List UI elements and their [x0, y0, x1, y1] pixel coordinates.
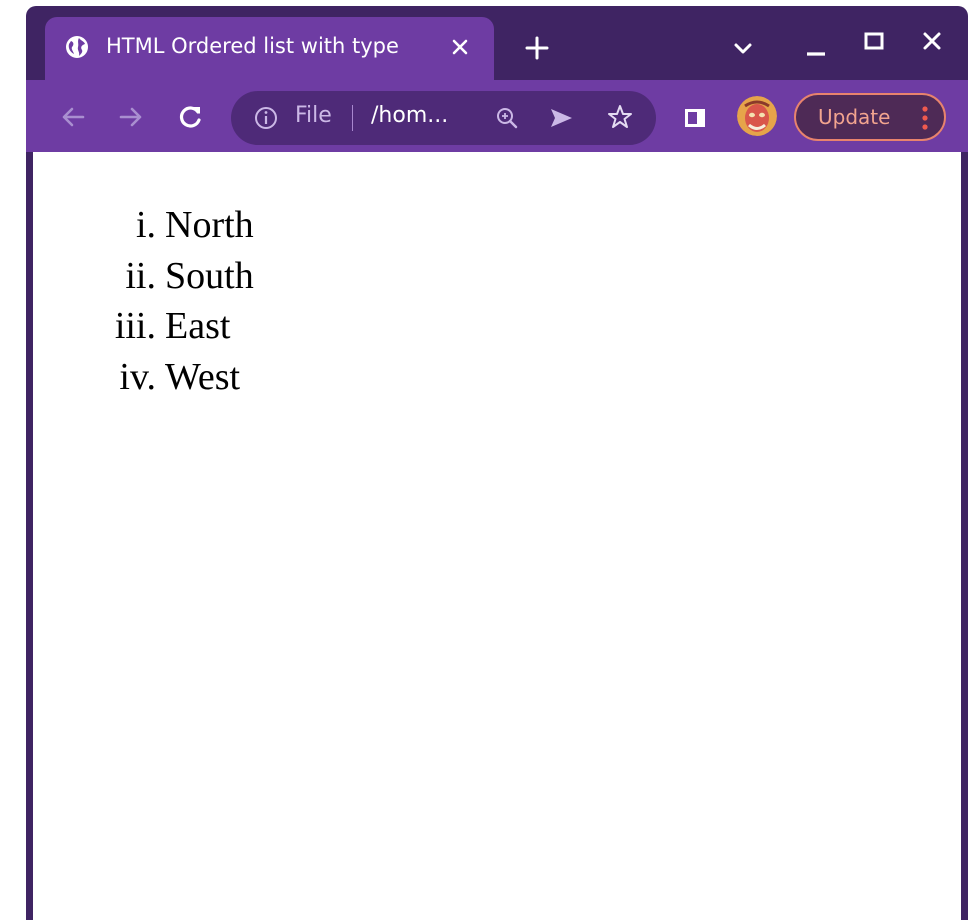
url-text[interactable]: /hom... [371, 103, 448, 128]
globe-icon [65, 35, 89, 59]
maximize-icon[interactable] [861, 28, 887, 54]
zoom-icon[interactable] [493, 104, 521, 132]
page-viewport: i. North ii. South iii. East iv. West [33, 152, 961, 920]
list-item-label: South [165, 254, 254, 297]
list-item-label: East [165, 305, 231, 347]
forward-arrow-icon[interactable] [116, 102, 146, 132]
minimize-icon[interactable] [803, 34, 829, 60]
list-marker: ii. [125, 254, 156, 297]
send-icon[interactable] [547, 104, 575, 132]
tab-active[interactable]: HTML Ordered list with type [45, 17, 494, 80]
address-bar[interactable]: File /hom... [231, 91, 656, 145]
list-marker: i. [135, 204, 156, 246]
profile-avatar[interactable] [737, 96, 777, 136]
list-item-label: North [165, 204, 254, 246]
close-tab-icon[interactable] [448, 35, 472, 59]
info-icon[interactable] [253, 105, 279, 131]
update-button[interactable]: Update [794, 93, 946, 141]
chevron-down-icon[interactable] [731, 36, 755, 60]
list-item-label: West [165, 355, 241, 398]
close-window-icon[interactable] [919, 28, 945, 54]
update-label: Update [818, 105, 891, 129]
browser-window: HTML Ordered list with type File /hom...… [26, 6, 968, 920]
tab-title: HTML Ordered list with type [106, 34, 399, 58]
url-separator [352, 105, 353, 131]
tab-strip: HTML Ordered list with type [26, 6, 968, 80]
url-scheme-label: File [295, 103, 332, 128]
browser-toolbar: File /hom... Update [26, 80, 968, 152]
side-panel-icon[interactable] [683, 106, 707, 130]
more-vertical-icon[interactable] [918, 103, 932, 133]
list-marker: iv. [119, 355, 156, 398]
new-tab-icon[interactable] [524, 35, 550, 61]
reload-icon[interactable] [176, 102, 206, 132]
star-icon[interactable] [606, 103, 634, 131]
list-marker: iii. [114, 305, 156, 347]
back-arrow-icon[interactable] [58, 102, 88, 132]
